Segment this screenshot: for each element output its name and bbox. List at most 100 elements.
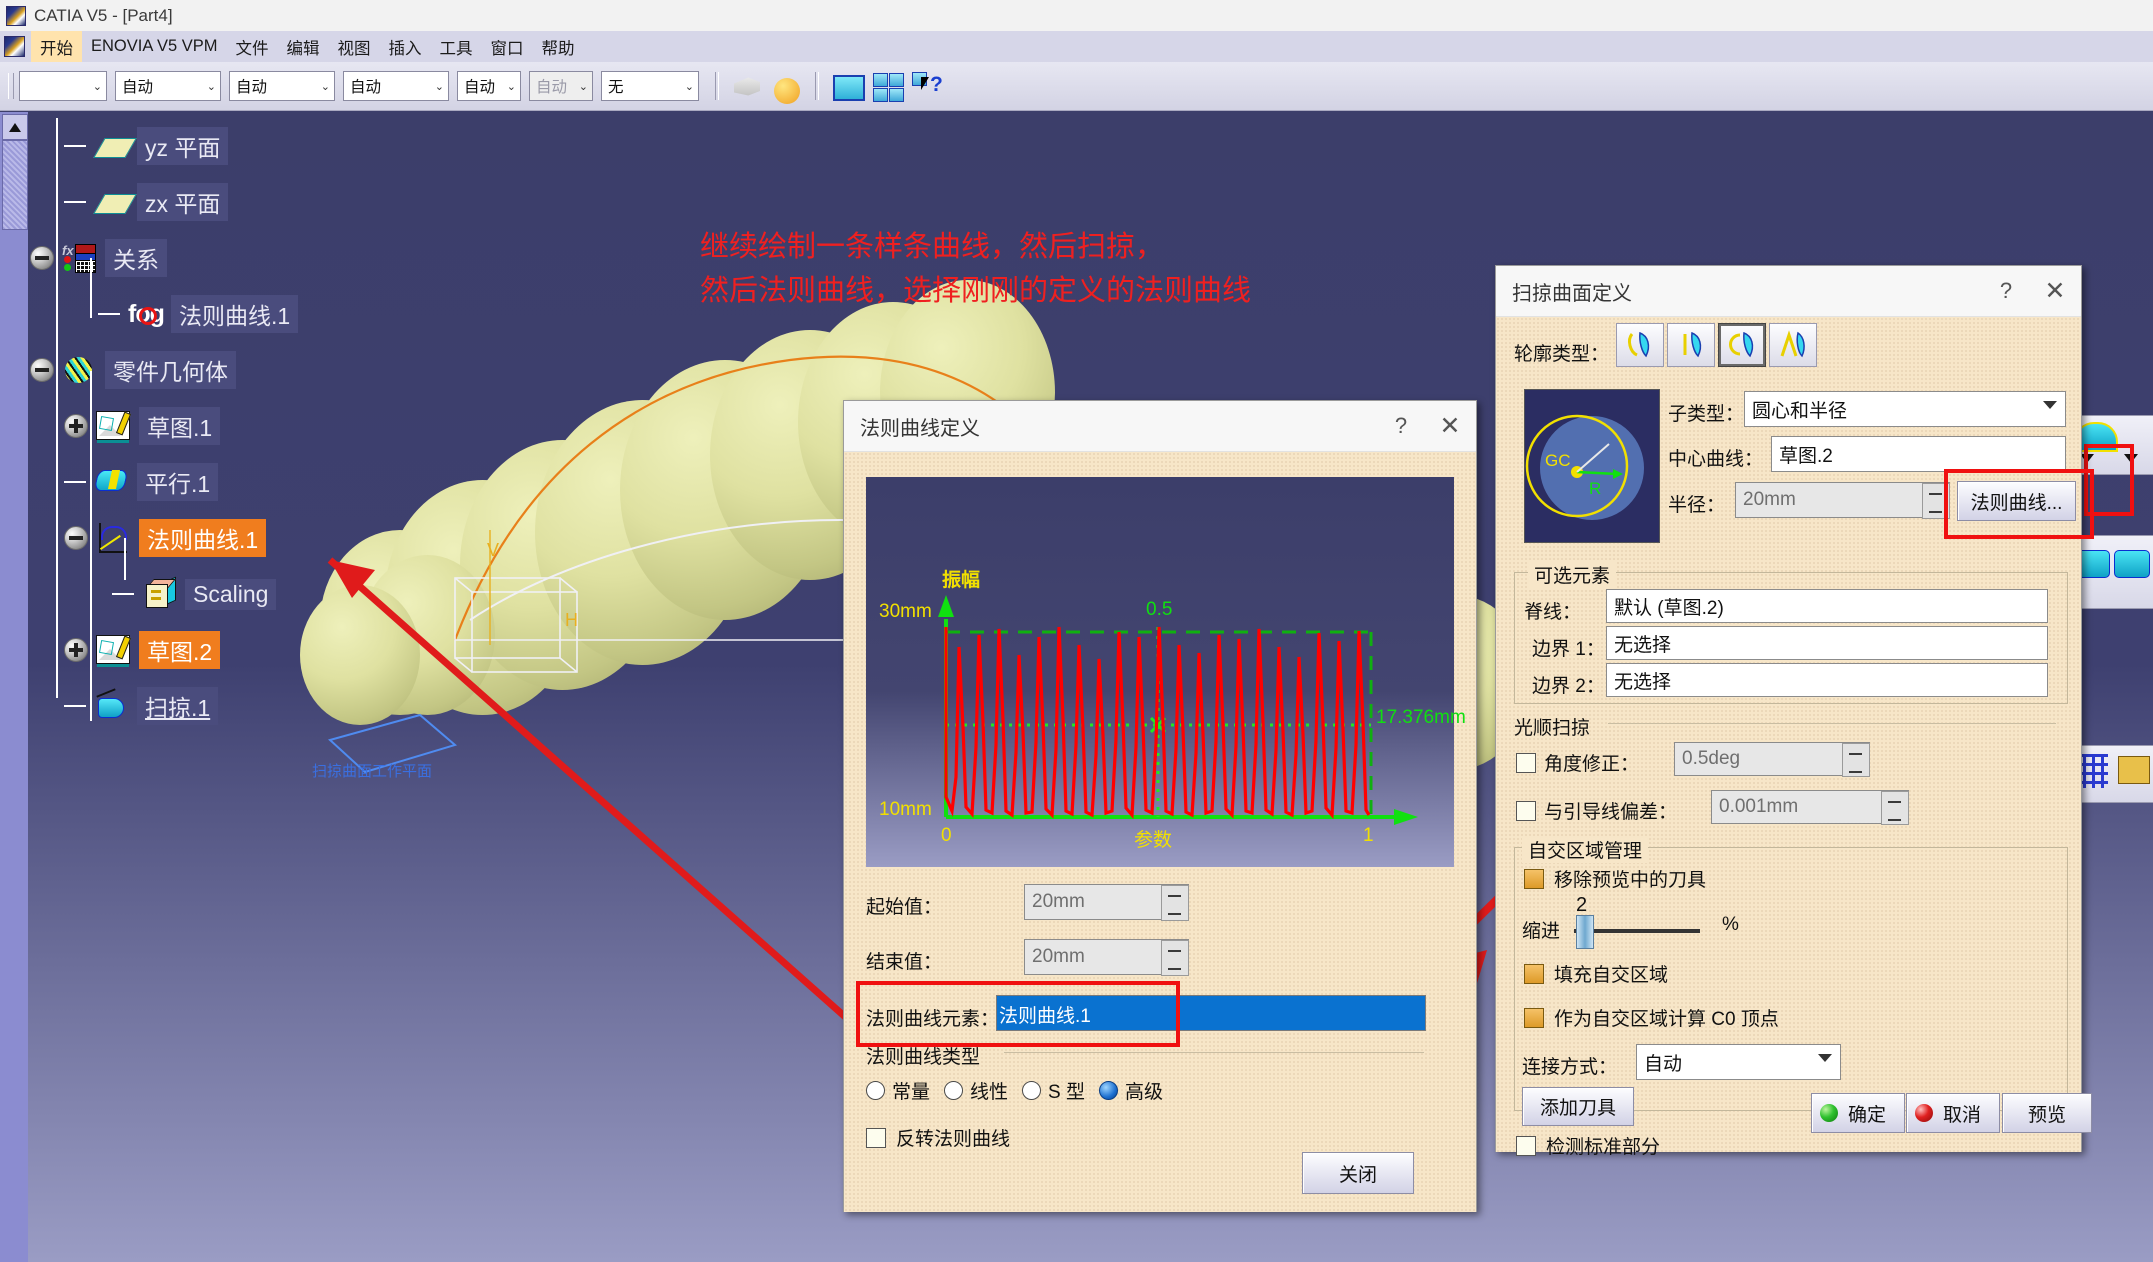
law-dialog-titlebar[interactable]: 法则曲线定义 ? ✕ [844, 401, 1476, 452]
help-icon[interactable]: ? [1983, 278, 2029, 304]
fill-twisted-checkbox[interactable] [1524, 964, 1544, 984]
toolbar-combo-6[interactable]: 无⌄ [601, 71, 699, 101]
invert-law-checkbox[interactable] [866, 1128, 886, 1148]
detect-standard-row[interactable]: 检测标准部分 [1516, 1132, 1660, 1159]
toolbar-combo-0[interactable]: ⌄ [19, 71, 107, 101]
angle-correction-spinner[interactable] [1842, 743, 1870, 777]
tree-item-7[interactable]: 法则曲线.1 [30, 510, 450, 566]
apply-material-icon[interactable] [770, 69, 804, 103]
menubar[interactable]: 开始ENOVIA V5 VPM文件编辑视图插入工具窗口帮助 [0, 31, 2153, 63]
tree-item-label-4[interactable]: 零件几何体 [105, 351, 236, 389]
connection-select[interactable]: 自动 [1636, 1044, 1841, 1080]
tree-item-10[interactable]: 扫掠.1 [30, 678, 450, 734]
tree-item-label-9[interactable]: 草图.2 [139, 631, 220, 669]
radius-input[interactable]: 20mm [1735, 482, 1950, 518]
law-type-option-1[interactable]: 线性 [944, 1077, 1008, 1104]
limit2-input[interactable]: 无选择 [1606, 663, 2048, 697]
menu-item-0[interactable]: 开始 [31, 31, 82, 63]
law-type-radio-3[interactable] [1099, 1081, 1118, 1100]
tree-item-8[interactable]: Scaling [30, 566, 450, 622]
menu-item-2[interactable]: 文件 [227, 31, 278, 63]
ok-button[interactable]: 确定 [1811, 1093, 1905, 1133]
close-icon[interactable]: ✕ [2029, 276, 2081, 306]
tree-collapse-icon[interactable] [30, 246, 54, 270]
angle-correction-checkbox[interactable] [1516, 753, 1536, 773]
law-type-radio-2[interactable] [1022, 1081, 1041, 1100]
sweep-circle-icon[interactable] [1718, 323, 1766, 367]
law-curve-graph[interactable]: 振幅 30mm 10mm 0 1 参数 0.5 17.376mm [866, 477, 1454, 867]
tree-item-2[interactable]: fx关系 [30, 230, 450, 286]
chevron-down-icon[interactable] [1818, 1054, 1832, 1062]
specification-tree[interactable]: yz 平面 zx 平面fx关系fog法则曲线.1 零件几何体草图.1 平行.1 法则曲线… [30, 118, 450, 734]
profile-type-buttons[interactable] [1616, 323, 1817, 367]
angle-correction-input[interactable]: 0.5deg [1674, 742, 1870, 776]
deviation-row[interactable]: 与引导线偏差： [1516, 797, 1677, 824]
tree-item-label-5[interactable]: 草图.1 [139, 407, 220, 445]
menu-item-1[interactable]: ENOVIA V5 VPM [82, 33, 227, 60]
toolbar-combo-4[interactable]: 自动⌄ [457, 71, 521, 101]
law-type-option-0[interactable]: 常量 [866, 1077, 930, 1104]
sweep-dialog-titlebar[interactable]: 扫掠曲面定义 ? ✕ [1496, 266, 2081, 317]
toolbar-combo-2[interactable]: 自动⌄ [229, 71, 335, 101]
menu-item-7[interactable]: 窗口 [482, 31, 533, 63]
detect-standard-checkbox[interactable] [1516, 1136, 1536, 1156]
sweep-conic-icon[interactable] [1769, 323, 1817, 367]
law-type-radio-0[interactable] [866, 1081, 885, 1100]
tree-expand-icon[interactable] [64, 414, 88, 438]
center-curve-input[interactable]: 草图.2 [1771, 436, 2066, 472]
close-icon[interactable]: ✕ [1424, 411, 1476, 441]
folder-icon[interactable] [2118, 756, 2150, 784]
scrollbar-thumb[interactable] [2, 140, 28, 230]
add-cutter-button[interactable]: 添加刀具 [1522, 1087, 1634, 1126]
chevron-down-icon[interactable]: ⌄ [435, 72, 444, 100]
tree-item-5[interactable]: 草图.1 [30, 398, 450, 454]
toolbar-combo-1[interactable]: 自动⌄ [115, 71, 221, 101]
menu-item-6[interactable]: 工具 [431, 31, 482, 63]
tree-item-9[interactable]: 草图.2 [30, 622, 450, 678]
chevron-down-icon[interactable]: ⌄ [507, 72, 516, 100]
toolbar[interactable]: ⌄自动⌄自动⌄自动⌄自动⌄自动⌄无⌄? [0, 62, 2153, 111]
tree-item-4[interactable]: 零件几何体 [30, 342, 450, 398]
start-value-spinner[interactable] [1161, 885, 1189, 921]
sweep-line-icon[interactable] [1667, 323, 1715, 367]
cancel-button[interactable]: 取消 [1906, 1093, 2000, 1133]
tree-item-label-10[interactable]: 扫掠.1 [137, 687, 218, 725]
chevron-down-icon[interactable]: ⌄ [207, 72, 216, 100]
law-curve-definition-dialog[interactable]: 法则曲线定义 ? ✕ [843, 400, 1477, 1212]
toolbar-combo-3[interactable]: 自动⌄ [343, 71, 449, 101]
tree-item-label-6[interactable]: 平行.1 [137, 463, 218, 501]
tree-item-label-0[interactable]: yz 平面 [137, 127, 228, 165]
fill-twisted-row[interactable]: 填充自交区域 [1524, 960, 1668, 987]
chevron-down-icon[interactable]: ⌄ [685, 72, 694, 100]
tree-expand-icon[interactable] [64, 638, 88, 662]
subtype-select[interactable]: 圆心和半径 [1744, 391, 2066, 427]
remove-cutter-row[interactable]: 移除预览中的刀具 [1524, 865, 1706, 892]
tree-item-label-8[interactable]: Scaling [185, 579, 276, 610]
end-value-spinner[interactable] [1161, 940, 1189, 976]
law-type-option-3[interactable]: 高级 [1099, 1077, 1163, 1104]
translate-tool-icon[interactable] [2114, 550, 2150, 578]
toolbar-grip[interactable] [8, 73, 14, 99]
menu-item-8[interactable]: 帮助 [533, 31, 584, 63]
c0-vertex-checkbox[interactable] [1524, 1008, 1544, 1028]
invert-law-checkbox-row[interactable]: 反转法则曲线 [866, 1124, 1010, 1151]
remove-cutter-checkbox[interactable] [1524, 869, 1544, 889]
tile-windows-icon[interactable] [870, 69, 904, 103]
paintbrush-icon[interactable] [730, 69, 764, 103]
deviation-input[interactable]: 0.001mm [1711, 790, 1909, 824]
mail-icon[interactable] [830, 69, 864, 103]
tree-item-3[interactable]: fog法则曲线.1 [30, 286, 450, 342]
chevron-down-icon[interactable] [2043, 401, 2057, 409]
sweep-surface-definition-dialog[interactable]: 扫掠曲面定义 ? ✕ 轮廓类型： GC R 子类型： 圆心和半径 中心曲线： [1495, 265, 2082, 1152]
toolbar-combo-5[interactable]: 自动⌄ [529, 71, 593, 101]
spine-input[interactable]: 默认 (草图.2) [1606, 589, 2048, 623]
angle-correction-row[interactable]: 角度修正： [1516, 749, 1639, 776]
tree-item-label-7[interactable]: 法则曲线.1 [139, 519, 266, 557]
sweep-explicit-icon[interactable] [1616, 323, 1664, 367]
menu-item-3[interactable]: 编辑 [278, 31, 329, 63]
chevron-down-icon[interactable]: ⌄ [93, 72, 102, 100]
law-type-radio-group[interactable]: 常量线性S 型高级 [866, 1077, 1163, 1104]
menu-item-4[interactable]: 视图 [329, 31, 380, 63]
tree-item-1[interactable]: zx 平面 [30, 174, 450, 230]
deviation-checkbox[interactable] [1516, 801, 1536, 821]
